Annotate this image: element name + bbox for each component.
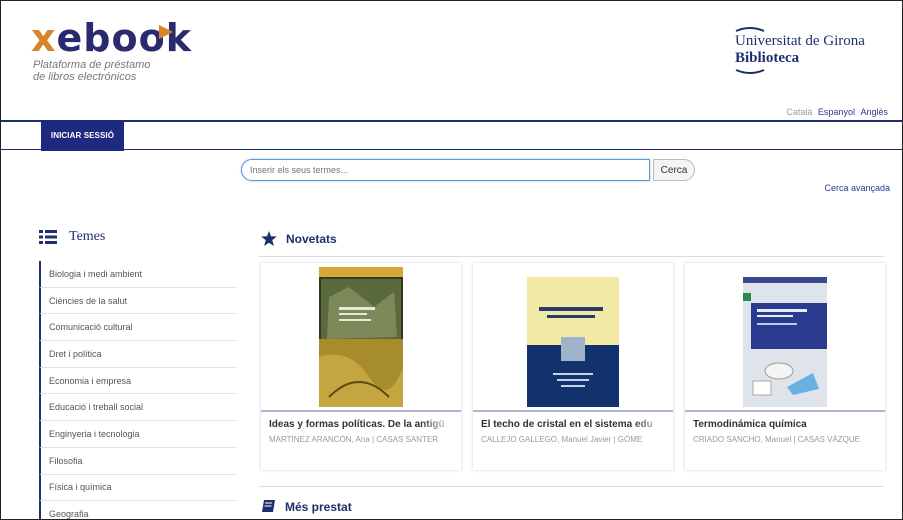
mes-prestat-heading: Més prestat	[261, 499, 352, 514]
logo-tagline: Plataforma de préstamo de libros electró…	[33, 59, 192, 83]
theme-item[interactable]: Física i química	[39, 474, 237, 502]
arc-bottom-icon	[735, 69, 765, 74]
card-underline	[473, 410, 673, 412]
book-card[interactable]: El techo de cristal en el sistema edu CA…	[473, 263, 673, 470]
novetats-title: Novetats	[286, 231, 337, 246]
book-cover[interactable]	[685, 263, 885, 407]
page: xebook Plataforma de préstamo de libros …	[0, 0, 903, 520]
search-input[interactable]	[241, 159, 650, 181]
book-cover-image	[527, 277, 619, 407]
lang-espanyol[interactable]: Espanyol	[818, 107, 855, 117]
themes-heading: Temes	[39, 229, 105, 245]
tagline-line-1: Plataforma de préstamo	[33, 59, 151, 71]
theme-item[interactable]: Dret i política	[39, 341, 237, 368]
logo-x: x	[31, 16, 57, 60]
themes-title: Temes	[69, 229, 106, 244]
card-underline	[685, 410, 885, 412]
theme-item[interactable]: Economia i empresa	[39, 367, 237, 395]
book-card[interactable]: Ideas y formas políticas. De la antigü M…	[261, 263, 461, 470]
login-button[interactable]: INICIAR SESSIÓ	[41, 120, 124, 151]
book-author: CRIADO SANCHO, Manuel | CASAS VÁZQUE	[693, 435, 861, 444]
themes-list: Biologia i medi ambient Ciències de la s…	[39, 261, 237, 519]
xebook-logo[interactable]: xebook Plataforma de préstamo de libros …	[31, 19, 192, 83]
card-underline	[261, 410, 461, 412]
theme-item[interactable]: Educació i treball social	[39, 394, 237, 422]
book-title[interactable]: Termodinámica química	[693, 419, 881, 430]
arc-top-icon	[735, 27, 765, 32]
tagline-line-2: de libros electrónicos	[33, 71, 137, 83]
title-fade	[421, 413, 461, 453]
title-fade	[633, 413, 673, 453]
advanced-search-link[interactable]: Cerca avançada	[824, 183, 890, 193]
nav-bar: INICIAR SESSIÓ	[1, 120, 902, 151]
theme-item[interactable]: Enginyeria i tecnologia	[39, 421, 237, 448]
book-author: CALLEJO GALLEGO, Manuel Javier | GÓME	[481, 435, 643, 444]
theme-item[interactable]: Ciències de la salut	[39, 287, 237, 315]
book-cover[interactable]	[261, 263, 461, 407]
book-cover[interactable]	[473, 263, 673, 407]
theme-item[interactable]: Comunicació cultural	[39, 314, 237, 342]
book-icon	[262, 500, 275, 512]
book-cover-image	[743, 277, 827, 407]
book-cover-image	[319, 267, 403, 407]
search-button[interactable]: Cerca	[653, 159, 695, 181]
theme-item[interactable]: Biologia i medi ambient	[39, 261, 237, 288]
university-library: Biblioteca	[735, 50, 800, 66]
university-logo[interactable]: Universitat de Girona Biblioteca	[735, 27, 865, 74]
lang-catala[interactable]: Català	[786, 107, 812, 117]
divider	[259, 486, 884, 487]
theme-item[interactable]: Filosofia	[39, 447, 237, 475]
list-icon	[39, 230, 57, 244]
book-card[interactable]: Termodinámica química CRIADO SANCHO, Man…	[685, 263, 885, 470]
university-name: Universitat de Girona	[735, 33, 865, 49]
theme-item[interactable]: Geografia	[39, 501, 237, 519]
language-switcher: Català Espanyol Anglès	[786, 107, 888, 117]
star-icon	[261, 231, 277, 246]
divider	[259, 256, 884, 257]
lang-angles[interactable]: Anglès	[860, 107, 888, 117]
book-author: MARTÍNEZ ARANCÓN, Ana | CASAS SANTER	[269, 435, 439, 444]
logo-flag-icon	[159, 25, 173, 39]
mes-prestat-title: Més prestat	[285, 499, 352, 514]
novetats-heading: Novetats	[261, 231, 337, 246]
